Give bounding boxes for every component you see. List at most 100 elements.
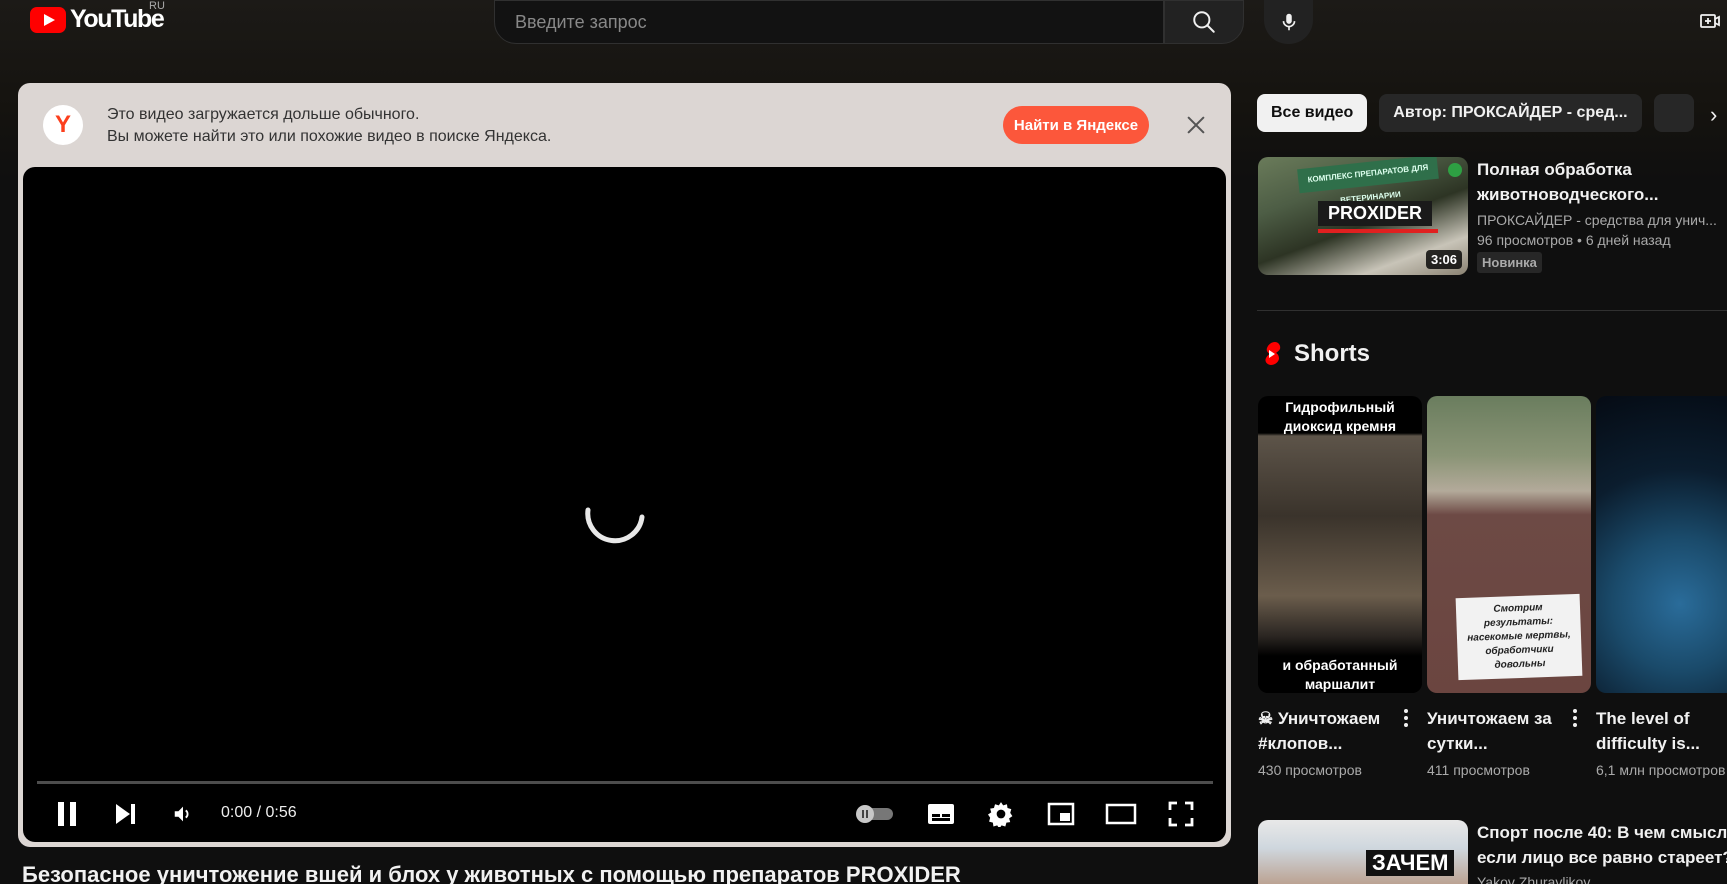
short-1-bottom-line2: маршалит	[1304, 676, 1376, 692]
dot-icon	[1404, 716, 1408, 720]
loading-spinner-icon	[585, 507, 645, 544]
short-3-title: The level of difficulty is...	[1596, 706, 1726, 756]
section-divider	[1257, 310, 1727, 311]
autoplay-toggle[interactable]	[852, 800, 896, 828]
dot-icon	[1404, 723, 1408, 727]
close-icon	[1187, 116, 1205, 134]
short-1-menu-button[interactable]	[1398, 706, 1414, 730]
theater-mode-button[interactable]	[1104, 799, 1138, 829]
search-icon	[1193, 11, 1215, 33]
short-1-top-line1: Гидрофильный	[1285, 399, 1395, 415]
short-1-title-line2: #клопов...	[1258, 734, 1343, 753]
new-badge: Новинка	[1477, 252, 1542, 273]
yandex-logo-icon: Y	[43, 105, 83, 145]
short-1-top-line2: диоксид кремня	[1283, 418, 1397, 434]
fullscreen-button[interactable]	[1165, 797, 1197, 831]
recommendation-title-line1: Полная обработка	[1477, 160, 1632, 179]
skip-next-icon	[116, 804, 135, 824]
short-1-views: 430 просмотров	[1258, 762, 1362, 778]
short-3-views: 6,1 млн просмотров	[1596, 762, 1726, 778]
dot-icon	[1404, 709, 1408, 713]
theater-mode-icon	[1105, 803, 1137, 825]
recommendation-meta: 96 просмотров • 6 дней назад	[1477, 232, 1671, 248]
logo-region: RU	[149, 0, 165, 12]
short-2-title-line2: сутки...	[1427, 734, 1488, 753]
duration-badge: 3:06	[1425, 250, 1462, 269]
settings-button[interactable]	[985, 797, 1017, 831]
subtitles-icon	[928, 804, 954, 824]
search-button[interactable]	[1164, 0, 1244, 44]
pause-icon	[58, 802, 76, 826]
recommendation-2-info[interactable]: Спорт после 40: В чем смысл, если лицо в…	[1477, 820, 1727, 884]
autoplay-toggle-icon	[856, 805, 893, 823]
recommendation-2-channel[interactable]: Yakov Zhuravlikov	[1477, 874, 1727, 884]
time-display: 0:00 / 0:56	[221, 804, 297, 821]
filter-chips: Все видео Автор: ПРОКСАЙДЕР - сред...	[1257, 94, 1694, 132]
recommendation-title-line2: животноводческого...	[1477, 185, 1659, 204]
dot-icon	[1573, 716, 1577, 720]
yandex-banner: Y Это видео загружается дольше обычного.…	[18, 83, 1231, 171]
chip-partial[interactable]	[1653, 94, 1694, 132]
short-1-bottom-caption: и обработанный маршалит	[1258, 656, 1422, 693]
recommendation-2-thumbnail[interactable]: ЗАЧЕМ	[1258, 820, 1468, 884]
chip-author[interactable]: Автор: ПРОКСАЙДЕР - сред...	[1379, 94, 1642, 132]
recommendation-age: 6 дней назад	[1585, 232, 1671, 248]
pause-button[interactable]	[52, 797, 82, 831]
progress-bar[interactable]	[37, 781, 1213, 784]
short-1-bottom-line1: и обработанный	[1282, 657, 1398, 673]
youtube-play-icon	[30, 6, 66, 33]
recommendation-2-title-line1: Спорт после 40: В чем смысл,	[1477, 823, 1727, 842]
recommendation-2-title[interactable]: Спорт после 40: В чем смысл, если лицо в…	[1477, 820, 1727, 870]
thumbnail-banner: КОМПЛЕКС ПРЕПАРАТОВ ДЛЯ ВЕТЕРИНАРИИ	[1297, 157, 1439, 205]
short-2-menu-button[interactable]	[1567, 706, 1583, 730]
short-3-title-line2: difficulty is...	[1596, 734, 1700, 753]
recommendation-2-title-line2: если лицо все равно стареет?	[1477, 848, 1727, 867]
recommendation-views: 96 просмотров	[1477, 232, 1574, 248]
chips-next-icon[interactable]: ›	[1710, 102, 1717, 128]
recommendation-info[interactable]: Полная обработка животноводческого... ПР…	[1477, 157, 1727, 273]
microphone-icon	[1282, 13, 1295, 31]
shorts-heading: Shorts	[1294, 340, 1371, 367]
yandex-banner-close-button[interactable]	[1182, 111, 1210, 139]
short-2-note: Смотрим результаты: насекомые мертвы, об…	[1455, 593, 1583, 681]
short-2-info[interactable]: Уничтожаем за сутки... 411 просмотров	[1427, 706, 1557, 778]
short-2-views: 411 просмотров	[1427, 762, 1530, 778]
short-thumbnail-3[interactable]	[1596, 396, 1727, 693]
recommendation-thumbnail[interactable]: КОМПЛЕКС ПРЕПАРАТОВ ДЛЯ ВЕТЕРИНАРИИ PROX…	[1258, 157, 1468, 275]
yandex-banner-line1: Это видео загружается дольше обычного.	[107, 106, 420, 123]
dot-icon	[1573, 709, 1577, 713]
create-video-icon	[1700, 14, 1720, 28]
thumbnail-brand-underline	[1318, 229, 1438, 233]
next-button[interactable]	[110, 797, 140, 831]
gear-icon	[988, 802, 1013, 827]
short-1-info[interactable]: ☠ Уничтожаем #клопов... 430 просмотров	[1258, 706, 1388, 778]
recommendation-2-thumb-tag: ЗАЧЕМ	[1366, 850, 1455, 876]
chip-all-videos[interactable]: Все видео	[1257, 94, 1368, 132]
shorts-header: Shorts	[1260, 340, 1370, 368]
mute-button[interactable]	[168, 799, 198, 829]
short-3-info[interactable]: The level of difficulty is... 6,1 млн пр…	[1596, 706, 1726, 778]
youtube-logo[interactable]: YouTube	[30, 5, 165, 34]
short-thumbnail-2[interactable]: Смотрим результаты: насекомые мертвы, об…	[1427, 396, 1591, 693]
short-2-title-line1: Уничтожаем за	[1427, 709, 1552, 728]
search-box[interactable]	[494, 0, 1164, 44]
recommendation-title[interactable]: Полная обработка животноводческого...	[1477, 157, 1727, 207]
create-button[interactable]	[1695, 6, 1725, 36]
thumbnail-brand: PROXIDER	[1318, 201, 1433, 226]
volume-icon	[174, 806, 189, 822]
subtitles-button[interactable]	[925, 799, 957, 829]
find-in-yandex-button[interactable]: Найти в Яндексе	[1003, 106, 1149, 144]
short-2-title: Уничтожаем за сутки...	[1427, 706, 1557, 756]
dot-icon	[1573, 723, 1577, 727]
search-input[interactable]	[515, 11, 1163, 33]
verified-check-icon	[1448, 163, 1462, 177]
miniplayer-button[interactable]	[1045, 799, 1077, 829]
yandex-banner-text: Это видео загружается дольше обычного. В…	[107, 104, 551, 148]
short-3-title-line1: The level of	[1596, 709, 1690, 728]
video-title: Безопасное уничтожение вшей и блох у жив…	[22, 862, 961, 884]
short-1-title: ☠ Уничтожаем #клопов...	[1258, 706, 1388, 756]
recommendation-channel[interactable]: ПРОКСАЙДЕР - средства для унич...	[1477, 212, 1727, 228]
short-1-top-caption: Гидрофильный диоксид кремня	[1258, 396, 1422, 436]
shorts-icon	[1265, 342, 1281, 365]
short-thumbnail-1[interactable]: Гидрофильный диоксид кремня и обработанн…	[1258, 396, 1422, 693]
